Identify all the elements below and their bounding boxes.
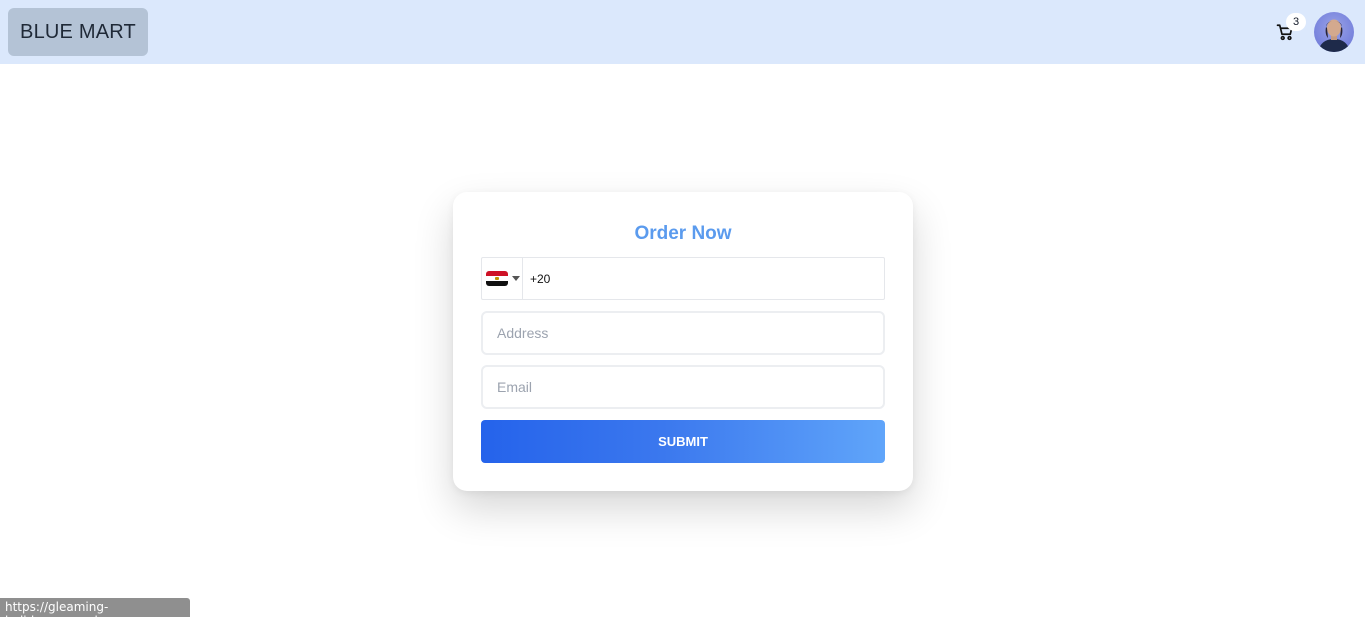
cart-count-badge: 3 <box>1286 13 1306 31</box>
order-form-card: Order Now SUBMIT <box>453 192 913 491</box>
navbar: BLUE MART 3 <box>0 0 1365 64</box>
status-bar-url: https://gleaming-holiday.surge.sh <box>0 598 190 628</box>
brand-logo[interactable]: BLUE MART <box>8 8 148 56</box>
submit-button[interactable]: SUBMIT <box>481 420 885 463</box>
avatar-image <box>1318 19 1350 52</box>
user-avatar[interactable] <box>1314 12 1354 52</box>
email-input[interactable] <box>481 365 885 409</box>
order-form-title: Order Now <box>634 223 732 244</box>
phone-field <box>481 257 885 300</box>
phone-input[interactable] <box>524 258 884 299</box>
egypt-flag-icon <box>486 271 508 286</box>
country-selector[interactable] <box>482 258 523 299</box>
address-input[interactable] <box>481 311 885 355</box>
chevron-down-icon <box>512 276 520 281</box>
